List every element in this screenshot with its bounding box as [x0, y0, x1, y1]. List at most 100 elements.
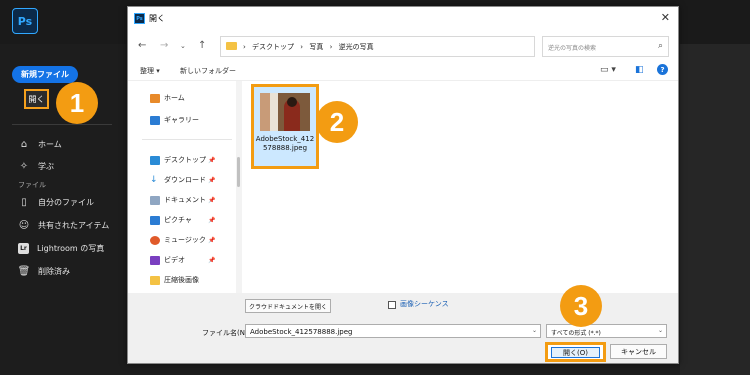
chevron-down-icon[interactable]: ⌄ [532, 327, 537, 334]
nav-item-gallery[interactable]: ギャラリー [150, 115, 199, 125]
cancel-button[interactable]: キャンセル [610, 344, 667, 359]
folder-icon [150, 275, 160, 285]
open-button[interactable]: 開く [24, 89, 49, 109]
close-icon[interactable]: ✕ [661, 11, 670, 24]
file-item[interactable]: AdobeStock_412578888.jpeg [251, 84, 319, 169]
sidebar-item-label: Lightroom の写真 [37, 243, 105, 253]
command-bar: 整理 ▾ 新しいフォルダー ▭ ▾ ◧ ? [128, 61, 678, 81]
nav-item-pictures[interactable]: ピクチャ [150, 215, 192, 225]
search-input[interactable]: 逆光の写真の検索 ⌕ [542, 36, 669, 57]
ps-app-icon: Ps [134, 13, 145, 24]
forward-arrow-icon[interactable]: → [160, 40, 168, 51]
sidebar-item-label: 学ぶ [38, 161, 54, 171]
breadcrumb: › デスクトップ › 写真 › 逆光の写真 [243, 43, 374, 51]
trash-icon: 🗑 [17, 265, 31, 277]
image-sequence-label: 画像シーケンス [400, 300, 449, 308]
pin-icon[interactable]: 📌 [208, 237, 215, 244]
sidebar-item-label: 共有されたアイテム [38, 220, 110, 230]
ps-logo: Ps [12, 8, 38, 34]
up-arrow-icon[interactable]: ↑ [198, 40, 206, 51]
breadcrumb-item[interactable]: 逆光の写真 [339, 43, 374, 51]
pin-icon[interactable]: 📌 [208, 177, 215, 184]
home-icon [150, 93, 160, 103]
pin-icon[interactable]: 📌 [208, 217, 215, 224]
search-icon: ⌕ [657, 41, 663, 51]
sidebar-item-label: 自分のファイル [38, 197, 94, 207]
nav-item-documents[interactable]: ドキュメント [150, 195, 206, 205]
new-file-button[interactable]: 新規ファイル [12, 66, 78, 83]
nav-divider [142, 139, 232, 140]
nav-item-label: ドキュメント [164, 196, 206, 204]
dialog-open-button[interactable]: 開く(O) [551, 347, 600, 358]
desktop-icon [150, 155, 160, 165]
video-icon [150, 255, 160, 265]
address-row: ← → ⌄ ↑ › デスクトップ › 写真 › 逆光の写真 ⌄ ↻ 逆光の写真の… [128, 31, 678, 61]
file-type-value: すべての形式 (*.*) [551, 330, 601, 337]
breadcrumb-item[interactable]: 写真 [309, 43, 323, 51]
filename-label: ファイル名(N): [202, 329, 251, 337]
pictures-icon [150, 215, 160, 225]
ps-content-area [680, 44, 750, 375]
nav-item-label: ギャラリー [164, 116, 199, 124]
recent-dropdown-icon[interactable]: ⌄ [180, 42, 186, 50]
gallery-icon [150, 115, 160, 125]
nav-item-label: ダウンロード [164, 176, 206, 184]
lightbulb-icon: ✧ [19, 160, 29, 172]
files-section-label: ファイル [18, 181, 46, 189]
filename-field[interactable]: AdobeStock_412578888.jpeg ⌄ [245, 324, 541, 338]
nav-item-label: ビデオ [164, 256, 185, 264]
nav-item-label: ピクチャ [164, 216, 192, 224]
sidebar-item-shared[interactable]: ☺ 共有されたアイテム [18, 218, 109, 232]
dialog-title: 開く [149, 14, 165, 23]
image-sequence-checkbox[interactable] [388, 301, 396, 309]
step-badge-3: 3 [560, 285, 602, 327]
address-bar[interactable]: › デスクトップ › 写真 › 逆光の写真 ⌄ ↻ [220, 36, 619, 57]
nav-item-downloads[interactable]: ↓ ダウンロード [150, 175, 206, 185]
sidebar-item-label: 削除済み [38, 266, 70, 276]
sidebar-item-home[interactable]: ⌂ ホーム [18, 137, 62, 151]
preview-pane-icon[interactable]: ◧ [635, 65, 644, 75]
chevron-down-icon[interactable]: ⌄ [658, 327, 663, 334]
download-icon: ↓ [150, 175, 160, 185]
dialog-open-button-highlight: 開く(O) [545, 342, 606, 362]
pin-icon[interactable]: 📌 [208, 157, 215, 164]
open-cloud-documents-button[interactable]: クラウドドキュメントを開く [245, 299, 331, 313]
document-icon [150, 195, 160, 205]
sidebar-item-label: ホーム [38, 139, 62, 149]
step-badge-1: 1 [56, 82, 98, 124]
organize-menu[interactable]: 整理 ▾ [140, 66, 160, 76]
nav-item-music[interactable]: ミュージック [150, 235, 206, 245]
home-icon: ⌂ [20, 138, 28, 150]
pin-icon[interactable]: 📌 [208, 197, 215, 204]
lightroom-icon: Lr [18, 242, 29, 254]
nav-item-label: 圧縮後画像 [164, 276, 199, 284]
sidebar-item-lightroom[interactable]: Lr Lightroom の写真 [18, 241, 104, 255]
sidebar-divider [12, 124, 112, 125]
music-icon [150, 235, 160, 245]
people-icon: ☺ [18, 219, 30, 231]
nav-item-desktop[interactable]: デスクトップ [150, 155, 206, 165]
nav-scrollbar-thumb[interactable] [237, 157, 240, 187]
file-type-select[interactable]: すべての形式 (*.*) ⌄ [546, 324, 667, 338]
folder-icon [226, 42, 237, 50]
step-badge-2: 2 [316, 101, 358, 143]
file-thumbnail [260, 93, 310, 131]
file-icon: ▯ [21, 196, 27, 208]
sidebar-item-deleted[interactable]: 🗑 削除済み [18, 264, 70, 278]
nav-item-videos[interactable]: ビデオ [150, 255, 185, 265]
help-icon[interactable]: ? [657, 64, 668, 75]
breadcrumb-item[interactable]: デスクトップ [252, 43, 294, 51]
pin-icon[interactable]: 📌 [208, 257, 215, 264]
nav-item-compressed-images[interactable]: 圧縮後画像 [150, 275, 199, 285]
nav-item-label: デスクトップ [164, 156, 206, 164]
dialog-titlebar: Ps 開く ✕ [128, 7, 678, 29]
file-name: AdobeStock_412578888.jpeg [255, 135, 315, 152]
nav-item-label: ミュージック [164, 236, 206, 244]
nav-item-label: ホーム [164, 94, 185, 102]
view-options-icon[interactable]: ▭ ▾ [600, 65, 616, 75]
nav-item-home[interactable]: ホーム [150, 93, 185, 103]
sidebar-item-learn[interactable]: ✧ 学ぶ [18, 159, 54, 173]
back-arrow-icon[interactable]: ← [138, 40, 146, 51]
sidebar-item-your-files[interactable]: ▯ 自分のファイル [18, 195, 94, 209]
new-folder-button[interactable]: 新しいフォルダー [180, 66, 236, 76]
